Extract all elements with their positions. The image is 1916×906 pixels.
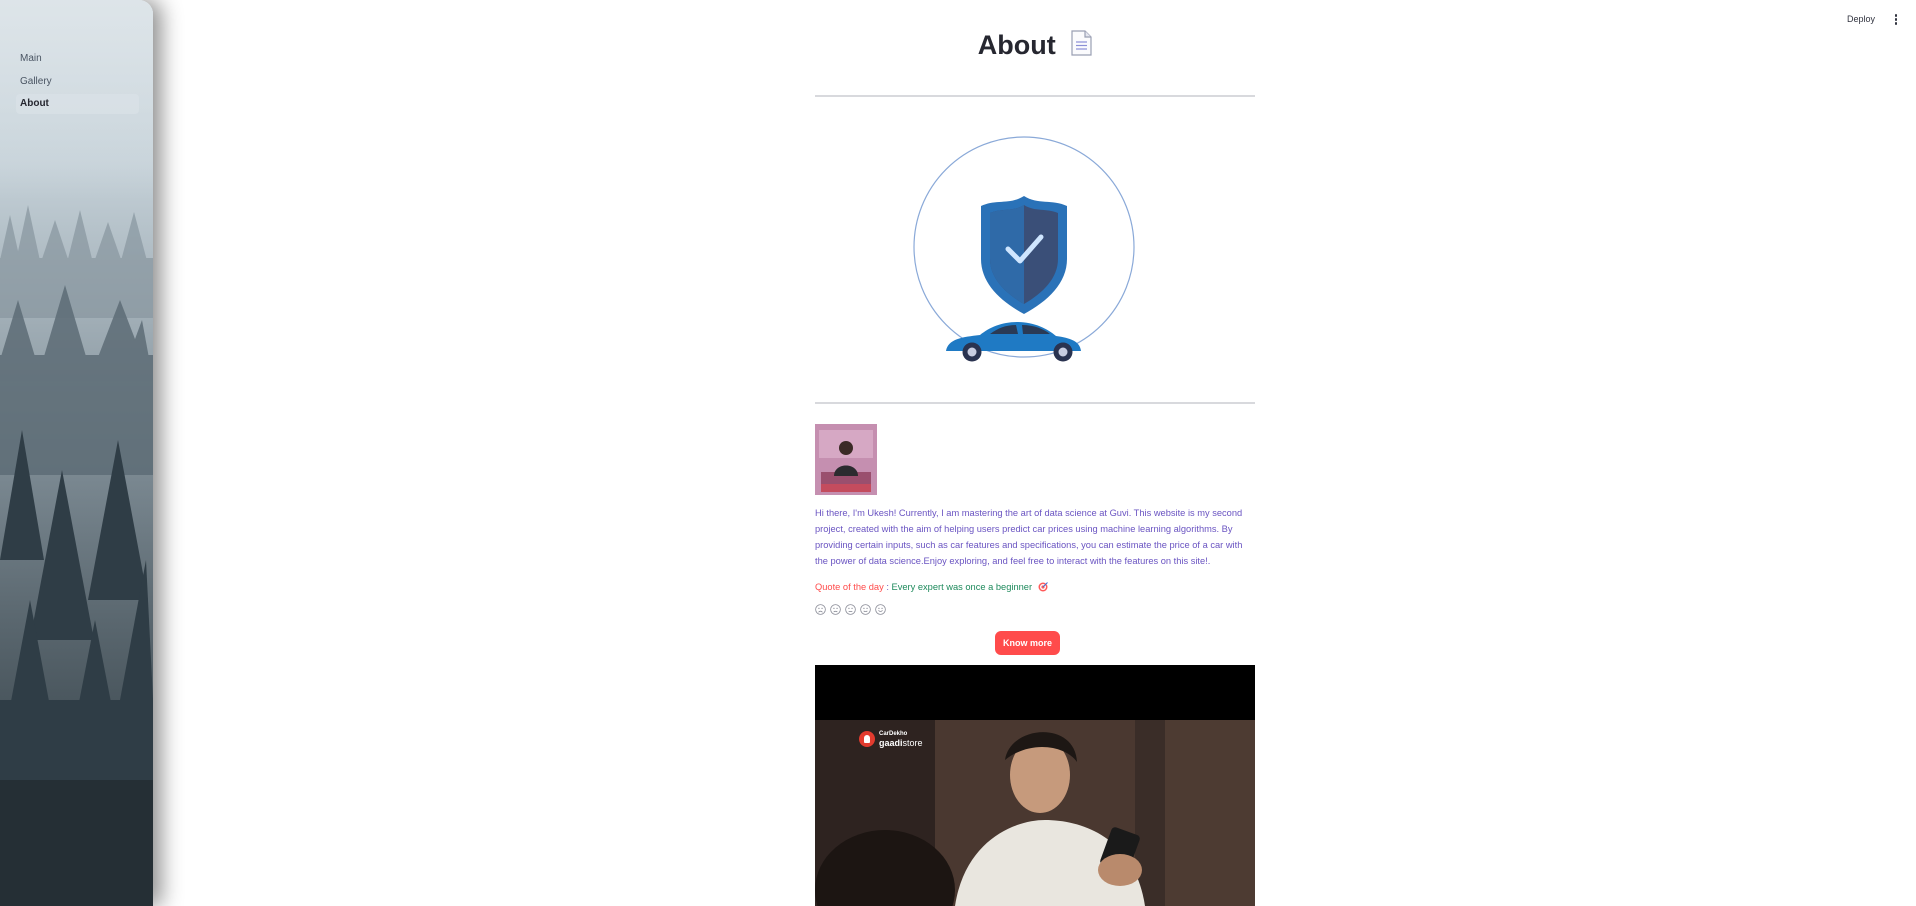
brand-sub-text: store xyxy=(902,738,923,748)
know-more-button[interactable]: Know more xyxy=(995,631,1060,655)
sidebar-item-main[interactable]: Main xyxy=(16,49,139,69)
top-divider xyxy=(815,95,1255,97)
bio-text: Hi there, I'm Ukesh! Currently, I am mas… xyxy=(815,508,1243,566)
sad-face-icon[interactable] xyxy=(830,604,841,615)
sidebar-item-gallery[interactable]: Gallery xyxy=(16,72,139,92)
sidebar-forest-background xyxy=(0,0,153,906)
page-title: About xyxy=(977,30,1056,60)
sidebar: Main Gallery About xyxy=(0,0,153,906)
smile-face-icon[interactable] xyxy=(860,604,871,615)
sidebar-nav: Main Gallery About xyxy=(16,49,139,117)
feedback-rating xyxy=(815,604,886,615)
video-brand-logo: CarDekho gaadistore xyxy=(859,730,923,748)
sidebar-item-about[interactable]: About xyxy=(16,94,139,114)
brand-main-text: gaadi xyxy=(879,738,903,748)
middle-divider xyxy=(815,402,1255,404)
quote-label: Quote of the day xyxy=(815,582,884,592)
very-sad-face-icon[interactable] xyxy=(815,604,826,615)
shield-check-icon xyxy=(981,196,1067,314)
page-title-row: About xyxy=(815,30,1255,70)
profile-avatar xyxy=(815,424,877,495)
quote-text: Every expert was once a beginner xyxy=(891,582,1033,592)
hero-illustration xyxy=(910,133,1140,373)
document-icon xyxy=(1070,30,1092,61)
video-player[interactable]: CarDekho gaadistore xyxy=(815,665,1255,906)
very-happy-face-icon[interactable] xyxy=(875,604,886,615)
video-frame: CarDekho gaadistore xyxy=(815,720,1255,906)
vertical-ellipsis-icon[interactable] xyxy=(1892,14,1900,28)
quote-separator: : xyxy=(883,582,892,592)
car-icon xyxy=(946,322,1081,362)
target-icon xyxy=(1038,582,1048,595)
deploy-button[interactable]: Deploy xyxy=(1847,14,1875,24)
neutral-face-icon[interactable] xyxy=(845,604,856,615)
gaadi-store-logo-icon xyxy=(859,731,875,747)
quote-of-the-day: Quote of the day : Every expert was once… xyxy=(815,581,1048,595)
